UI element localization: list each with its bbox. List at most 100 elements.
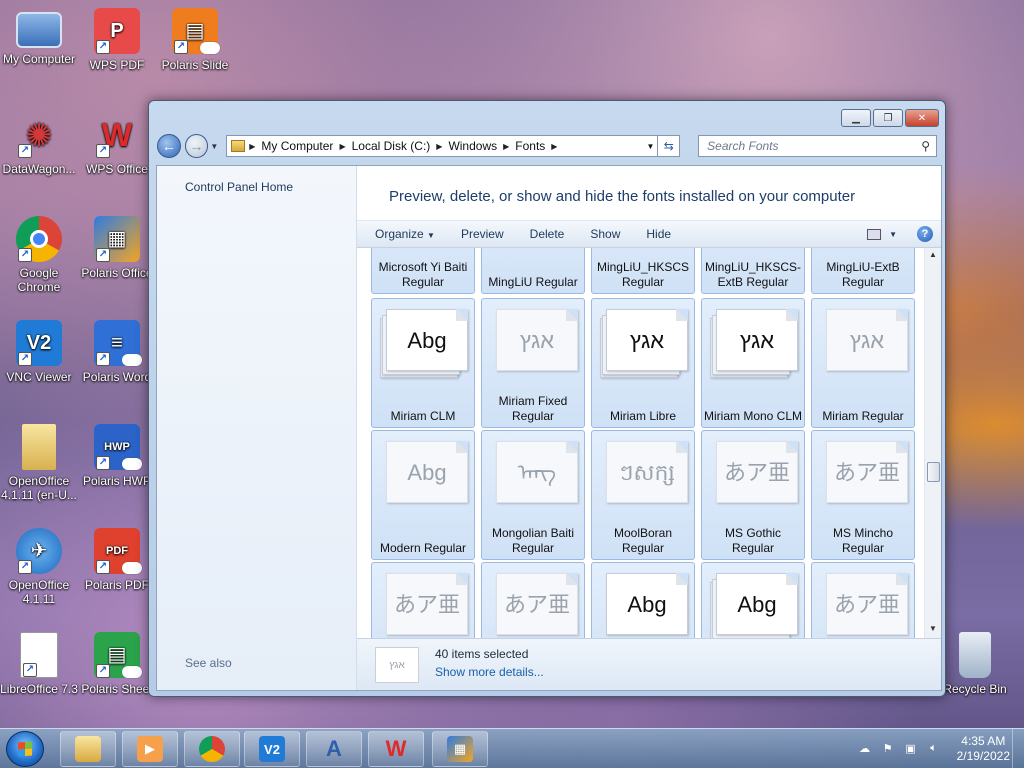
taskbar-wps-office[interactable]: W [368,731,424,767]
show-desktop-button[interactable] [1012,729,1024,768]
address-bar[interactable]: ▶ My Computer ▶ Local Disk (C:) ▶ Window… [226,135,659,157]
font-sample: あア亜 [826,573,908,635]
hide-button[interactable]: Hide [638,227,679,241]
search-icon[interactable]: ⚲ [921,139,930,153]
font-tile[interactable]: אגץ Miriam Fixed Regular [481,298,585,428]
address-dropdown-icon[interactable]: ▼ [643,142,657,151]
desktop-icon-openoffice[interactable]: ✈ ↗ OpenOffice 4.1.11 [0,528,78,606]
desktop-icon-wps-pdf[interactable]: P ↗ WPS PDF [78,8,156,72]
cloud-sync-icon[interactable]: ☁ [857,742,873,756]
desktop-icon-openoffice-folder[interactable]: OpenOffice 4.1.11 (en-U... [0,424,78,502]
chrome-icon [199,736,225,762]
desktop-icon-polaris-word[interactable]: ≡ ↗ Polaris Word [78,320,156,384]
recent-pages-dropdown[interactable]: ▼ [210,142,222,151]
font-tile[interactable]: あア亜 MS Mincho Regular [811,430,915,560]
change-view-button[interactable]: ▼ [867,228,897,240]
scroll-thumb[interactable] [927,462,940,482]
font-tile[interactable]: Abg Miriam CLM [371,298,475,428]
desktop-icon-polaris-hwp[interactable]: HWP ↗ Polaris HWP [78,424,156,488]
volume-icon[interactable]: 🔈︎ [926,742,942,756]
maximize-button[interactable]: ❐ [873,109,903,127]
desktop-icon-label: OpenOffice 4.1.11 (en-U... [1,474,77,502]
desktop-icon-datawagon[interactable]: ✺ ↗ DataWagon... [0,112,78,176]
close-button[interactable]: ✕ [905,109,939,127]
shortcut-arrow-icon: ↗ [23,663,37,677]
font-tile[interactable]: MingLiU_HKSCS-ExtB Regular [701,248,805,294]
chevron-right-icon[interactable]: ▶ [551,142,557,151]
chevron-down-icon: ▼ [889,229,897,239]
font-preview-icon: אגץ [598,305,690,378]
font-tile[interactable]: Microsoft Yi Baiti Regular [371,248,475,294]
selection-count: 40 items selected [435,647,529,661]
control-panel-home-link[interactable]: Control Panel Home [185,180,293,194]
help-button[interactable]: ? [917,226,933,242]
breadcrumb-local-disk[interactable]: Local Disk (C:) [346,139,437,153]
network-icon[interactable]: ▣ [903,742,919,756]
show-more-details-link[interactable]: Show more details... [435,665,544,679]
desktop-icon-vnc-viewer[interactable]: V2 ↗ VNC Viewer [0,320,78,384]
flag-icon[interactable]: ⚑ [880,742,896,756]
view-icon [867,228,882,240]
refresh-button[interactable]: ⇆ [658,135,681,157]
libreoffice-icon: ↗ [20,632,58,678]
wps-pdf-icon: P ↗ [94,8,140,54]
desktop-icon-recycle-bin[interactable]: Recycle Bin [936,632,1014,696]
font-tile[interactable]: MingLiU-ExtB Regular [811,248,915,294]
taskbar-vnc-viewer[interactable]: V2 [244,731,300,767]
vertical-scrollbar[interactable]: ▲ ▼ [924,248,941,640]
forward-button[interactable]: → [184,134,209,158]
minimize-button[interactable]: ▁ [841,109,871,127]
preview-button[interactable]: Preview [453,227,512,241]
font-tile[interactable]: ៗសក្ស MoolBoran Regular [591,430,695,560]
font-tile[interactable]: אגץ Miriam Regular [811,298,915,428]
font-tile[interactable]: אגץ Miriam Libre [591,298,695,428]
scroll-down-icon[interactable]: ▼ [925,624,941,638]
start-button[interactable] [6,731,44,767]
breadcrumb-windows[interactable]: Windows [442,139,503,153]
font-tile[interactable]: MingLiU_HKSCS Regular [591,248,695,294]
show-button[interactable]: Show [582,227,628,241]
search-fonts-input[interactable]: Search Fonts ⚲ [698,135,938,157]
desktop-icon-polaris-office[interactable]: ▦ ↗ Polaris Office [78,216,156,280]
font-preview-icon: ᠠᠨᠭ [488,437,580,509]
taskbar-font-app[interactable]: A [306,731,362,767]
organize-button[interactable]: Organize ▼ [367,227,443,241]
scroll-up-icon[interactable]: ▲ [925,250,941,264]
taskbar-explorer[interactable] [60,731,116,767]
font-tile[interactable]: あア亜 [371,562,475,640]
font-name: Miriam Regular [822,409,904,423]
cloud-icon [122,458,142,470]
font-tile[interactable]: あア亜 MS Gothic Regular [701,430,805,560]
font-tile[interactable]: Abg Modern Regular [371,430,475,560]
breadcrumb-fonts[interactable]: Fonts [509,139,551,153]
chrome-center-icon [30,230,48,248]
font-sample: あア亜 [716,441,798,503]
font-tile[interactable]: Abg [591,562,695,640]
desktop-icon-polaris-sheet[interactable]: ▤ ↗ Polaris Sheet [78,632,156,696]
taskbar-polaris-office[interactable]: ▦ [432,731,488,767]
taskbar-media-player[interactable]: ▶ [122,731,178,767]
desktop-icon-libreoffice[interactable]: ↗ LibreOffice 7.3 [0,632,78,696]
fonts-grid: Microsoft Yi Baiti Regular MingLiU Regula… [357,248,925,640]
polaris-pdf-icon: PDF ↗ [94,528,142,574]
desktop-icon-google-chrome[interactable]: ↗ Google Chrome [0,216,78,294]
font-preview-icon: אגץ [708,305,800,378]
wps-office-icon: W ↗ [94,112,140,158]
font-tile[interactable]: あア亜 [811,562,915,640]
font-tile[interactable]: אגץ Miriam Mono CLM [701,298,805,428]
desktop-icon-my-computer[interactable]: My Computer [0,8,78,66]
font-tile[interactable]: ᠠᠨᠭ Mongolian Baiti Regular [481,430,585,560]
delete-button[interactable]: Delete [522,227,573,241]
shortcut-arrow-icon: ↗ [18,560,32,574]
desktop-icon-wps-office[interactable]: W ↗ WPS Office [78,112,156,176]
font-tile[interactable]: あア亜 [481,562,585,640]
desktop-icon-label: My Computer [2,52,76,66]
taskbar-chrome[interactable] [184,731,240,767]
back-button[interactable]: ← [157,134,181,158]
breadcrumb-my-computer[interactable]: My Computer [255,139,339,153]
desktop-icon-polaris-pdf[interactable]: PDF ↗ Polaris PDF [78,528,156,592]
font-tile[interactable]: Abg [701,562,805,640]
desktop-icon-polaris-slide[interactable]: ▤ ↗ Polaris Slide [156,8,234,72]
clock[interactable]: 4:35 AM 2/19/2022 [957,734,1010,764]
font-tile[interactable]: MingLiU Regular [481,248,585,294]
